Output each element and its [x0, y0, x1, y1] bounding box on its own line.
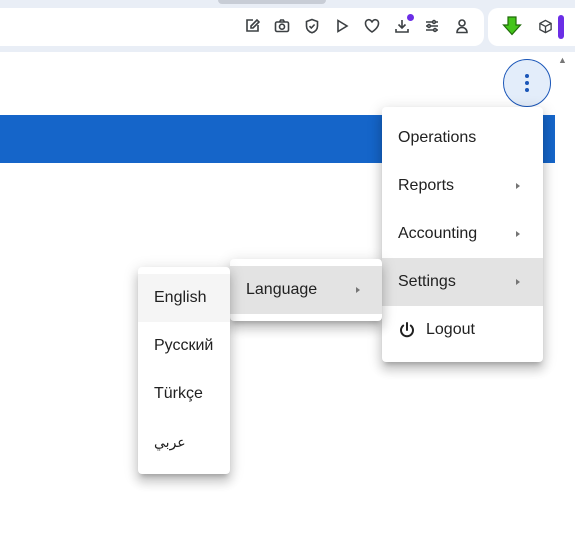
menu-item-label: Settings — [398, 273, 456, 290]
menu-item-accounting[interactable]: Accounting — [382, 210, 543, 258]
language-option-turkish[interactable]: Türkçe — [138, 370, 230, 418]
submenu-arrow-icon — [516, 279, 520, 285]
language-option-russian[interactable]: Русский — [138, 322, 230, 370]
menu-item-label: Reports — [398, 177, 455, 194]
browser-toolbar — [0, 0, 575, 52]
submenu-arrow-icon — [516, 183, 520, 189]
menu-item-label: Logout — [426, 321, 475, 338]
download-badge — [407, 14, 414, 21]
user-icon[interactable] — [453, 17, 471, 35]
language-submenu: English Русский Türkçe عربي — [138, 267, 230, 474]
submenu-arrow-icon — [516, 231, 520, 237]
tab-indicator — [218, 0, 326, 4]
shield-check-icon[interactable] — [303, 17, 321, 35]
edit-icon[interactable] — [243, 17, 261, 35]
menu-item-label: Language — [246, 281, 318, 298]
scroll-up-icon[interactable]: ▲ — [558, 55, 567, 65]
menu-item-settings[interactable]: Settings — [382, 258, 543, 306]
camera-icon[interactable] — [273, 17, 291, 35]
kebab-menu-button[interactable] — [503, 59, 551, 107]
menu-item-reports[interactable]: Reports — [382, 162, 543, 210]
language-label: English — [154, 289, 207, 306]
menu-item-language[interactable]: Language — [230, 266, 382, 314]
menu-item-label: Operations — [398, 129, 477, 146]
green-down-arrow-icon[interactable] — [502, 16, 522, 36]
submenu-arrow-icon — [356, 287, 360, 293]
extension-indicator — [558, 15, 564, 39]
menu-item-operations[interactable]: Operations — [382, 114, 543, 162]
language-label: عربي — [154, 433, 186, 450]
main-menu: Operations Reports Accounting Settings L… — [382, 107, 543, 362]
language-label: Русский — [154, 337, 214, 354]
sliders-icon[interactable] — [423, 17, 441, 35]
download-icon[interactable] — [393, 14, 414, 35]
language-label: Türkçe — [154, 385, 203, 402]
menu-item-logout[interactable]: Logout — [382, 306, 543, 354]
heart-icon[interactable] — [363, 17, 381, 35]
language-option-arabic[interactable]: عربي — [138, 418, 230, 466]
more-vertical-icon — [525, 74, 529, 92]
cube-icon[interactable] — [535, 16, 555, 36]
power-icon — [398, 321, 416, 339]
settings-submenu: Language — [230, 259, 382, 321]
language-option-english[interactable]: English — [138, 274, 230, 322]
play-icon[interactable] — [333, 17, 351, 35]
menu-item-label: Accounting — [398, 225, 478, 242]
